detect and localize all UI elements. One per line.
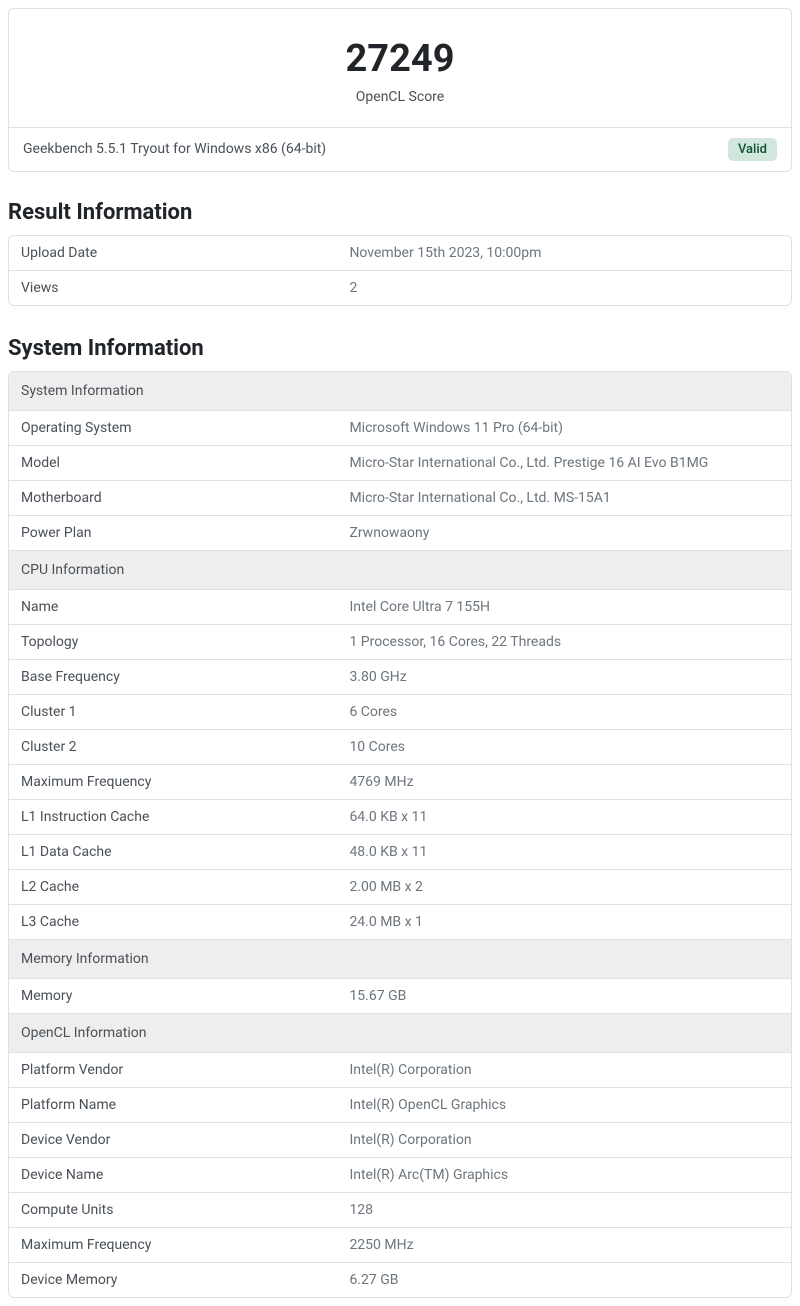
row-value: 2250 MHz	[337, 1228, 791, 1263]
row-label: Maximum Frequency	[9, 1228, 337, 1263]
score-label: OpenCL Score	[25, 89, 775, 105]
row-value: 48.0 KB x 11	[337, 835, 791, 870]
table-row: L1 Instruction Cache64.0 KB x 11	[9, 800, 791, 835]
row-label: Memory	[9, 979, 337, 1014]
table-row: Views2	[9, 271, 791, 305]
table-row: Operating SystemMicrosoft Windows 11 Pro…	[9, 411, 791, 446]
score-value: 27249	[25, 37, 775, 83]
row-value: Intel(R) Arc(TM) Graphics	[337, 1158, 791, 1193]
result-info-table: Upload DateNovember 15th 2023, 10:00pmVi…	[8, 235, 792, 306]
row-label: Device Vendor	[9, 1123, 337, 1158]
row-value: 6.27 GB	[337, 1263, 791, 1297]
system-info-table: System InformationOperating SystemMicros…	[8, 371, 792, 1298]
row-value: Micro-Star International Co., Ltd. Prest…	[337, 446, 791, 481]
score-top: 27249 OpenCL Score	[9, 9, 791, 127]
row-label: Platform Name	[9, 1088, 337, 1123]
section-header: OpenCL Information	[9, 1014, 791, 1053]
row-label: Compute Units	[9, 1193, 337, 1228]
section-header-row: OpenCL Information	[9, 1014, 791, 1053]
row-value: 15.67 GB	[337, 979, 791, 1014]
row-label: Platform Vendor	[9, 1053, 337, 1088]
section-header: Memory Information	[9, 940, 791, 979]
section-header-row: Memory Information	[9, 940, 791, 979]
row-value: Intel(R) OpenCL Graphics	[337, 1088, 791, 1123]
table-row: Memory15.67 GB	[9, 979, 791, 1014]
row-label: Operating System	[9, 411, 337, 446]
row-value: 2	[337, 271, 791, 305]
row-label: L1 Data Cache	[9, 835, 337, 870]
score-card: 27249 OpenCL Score Geekbench 5.5.1 Tryou…	[8, 8, 792, 172]
row-value: Intel(R) Corporation	[337, 1123, 791, 1158]
section-header-row: System Information	[9, 372, 791, 411]
table-row: Platform VendorIntel(R) Corporation	[9, 1053, 791, 1088]
table-row: Cluster 16 Cores	[9, 695, 791, 730]
table-row: MotherboardMicro-Star International Co.,…	[9, 481, 791, 516]
row-label: Device Memory	[9, 1263, 337, 1297]
table-row: Device Memory6.27 GB	[9, 1263, 791, 1297]
system-info-heading: System Information	[8, 336, 792, 361]
row-value: Micro-Star International Co., Ltd. MS-15…	[337, 481, 791, 516]
row-label: L3 Cache	[9, 905, 337, 940]
row-value: November 15th 2023, 10:00pm	[337, 236, 791, 271]
row-label: Topology	[9, 625, 337, 660]
row-label: Upload Date	[9, 236, 337, 271]
row-value: 10 Cores	[337, 730, 791, 765]
row-value: 24.0 MB x 1	[337, 905, 791, 940]
row-label: Model	[9, 446, 337, 481]
table-row: Upload DateNovember 15th 2023, 10:00pm	[9, 236, 791, 271]
table-row: Maximum Frequency2250 MHz	[9, 1228, 791, 1263]
row-value: Intel Core Ultra 7 155H	[337, 590, 791, 625]
table-row: Maximum Frequency4769 MHz	[9, 765, 791, 800]
table-row: Compute Units128	[9, 1193, 791, 1228]
score-footer: Geekbench 5.5.1 Tryout for Windows x86 (…	[9, 127, 791, 171]
table-row: Power PlanZrwnowaony	[9, 516, 791, 551]
row-value: 2.00 MB x 2	[337, 870, 791, 905]
row-value: Microsoft Windows 11 Pro (64-bit)	[337, 411, 791, 446]
table-row: NameIntel Core Ultra 7 155H	[9, 590, 791, 625]
row-label: Device Name	[9, 1158, 337, 1193]
table-row: Device VendorIntel(R) Corporation	[9, 1123, 791, 1158]
row-label: Cluster 2	[9, 730, 337, 765]
table-row: Cluster 210 Cores	[9, 730, 791, 765]
table-row: Device NameIntel(R) Arc(TM) Graphics	[9, 1158, 791, 1193]
status-badge: Valid	[728, 138, 777, 161]
table-row: ModelMicro-Star International Co., Ltd. …	[9, 446, 791, 481]
section-header-row: CPU Information	[9, 551, 791, 590]
row-label: L1 Instruction Cache	[9, 800, 337, 835]
row-value: 1 Processor, 16 Cores, 22 Threads	[337, 625, 791, 660]
table-row: Topology1 Processor, 16 Cores, 22 Thread…	[9, 625, 791, 660]
section-header: CPU Information	[9, 551, 791, 590]
table-row: Platform NameIntel(R) OpenCL Graphics	[9, 1088, 791, 1123]
result-info-heading: Result Information	[8, 200, 792, 225]
row-label: Base Frequency	[9, 660, 337, 695]
row-value: Intel(R) Corporation	[337, 1053, 791, 1088]
row-label: L2 Cache	[9, 870, 337, 905]
section-header: System Information	[9, 372, 791, 411]
table-row: L3 Cache24.0 MB x 1	[9, 905, 791, 940]
row-value: 6 Cores	[337, 695, 791, 730]
row-label: Cluster 1	[9, 695, 337, 730]
version-text: Geekbench 5.5.1 Tryout for Windows x86 (…	[23, 141, 326, 157]
table-row: Base Frequency3.80 GHz	[9, 660, 791, 695]
row-value: 128	[337, 1193, 791, 1228]
row-label: Motherboard	[9, 481, 337, 516]
row-label: Views	[9, 271, 337, 305]
row-label: Power Plan	[9, 516, 337, 551]
row-value: 4769 MHz	[337, 765, 791, 800]
row-value: 64.0 KB x 11	[337, 800, 791, 835]
table-row: L1 Data Cache48.0 KB x 11	[9, 835, 791, 870]
table-row: L2 Cache2.00 MB x 2	[9, 870, 791, 905]
row-label: Name	[9, 590, 337, 625]
row-value: 3.80 GHz	[337, 660, 791, 695]
row-label: Maximum Frequency	[9, 765, 337, 800]
row-value: Zrwnowaony	[337, 516, 791, 551]
